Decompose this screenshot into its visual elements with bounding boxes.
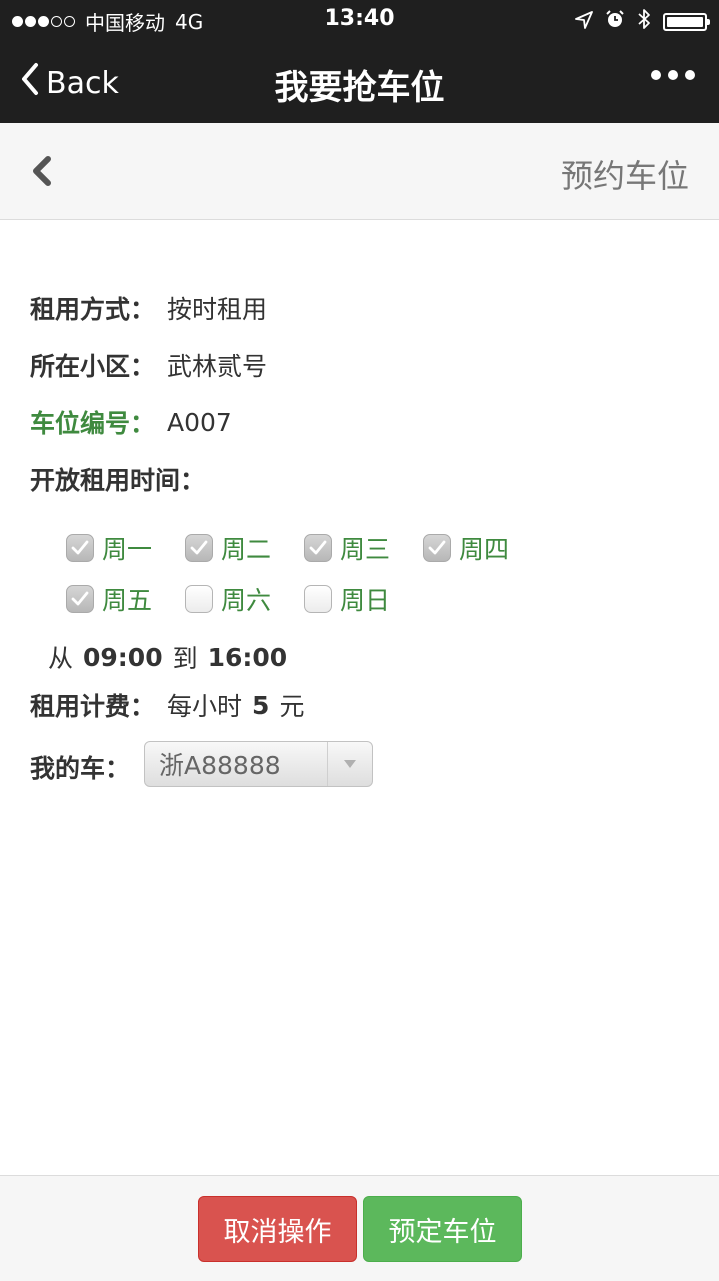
space-number-label: 车位编号： <box>30 409 156 438</box>
community-value: 武林贰号 <box>167 352 268 381</box>
fee-amount: 5 <box>252 690 270 720</box>
open-time-row: 开放租用时间： <box>30 461 205 497</box>
back-label: Back <box>46 65 119 101</box>
fee-row: 租用计费： 每小时 5 元 <box>30 687 304 723</box>
day-label: 周四 <box>459 535 510 564</box>
nav-bar: Back 我要抢车位 <box>0 40 719 123</box>
day-checkbox-wed[interactable]: 周三 <box>304 530 390 566</box>
chevron-left-icon <box>20 62 40 104</box>
status-right <box>575 8 710 35</box>
sub-header-title: 预约车位 <box>560 157 689 195</box>
checkmark-icon <box>71 540 89 555</box>
status-bar: 中国移动 4G 13:40 <box>0 0 719 40</box>
day-label: 周一 <box>102 535 153 564</box>
reserve-button[interactable]: 预定车位 <box>363 1196 522 1262</box>
checkmark-icon <box>428 540 446 555</box>
checkbox[interactable] <box>423 534 451 562</box>
location-icon <box>575 10 593 34</box>
bluetooth-icon <box>637 8 651 35</box>
fee-label: 租用计费： <box>30 692 156 721</box>
checkmark-icon <box>309 540 327 555</box>
sub-back-button[interactable] <box>28 153 54 193</box>
back-button[interactable]: Back <box>20 62 119 104</box>
checkmark-icon <box>71 591 89 606</box>
dropdown-arrow-icon <box>327 742 372 786</box>
checkbox[interactable] <box>304 585 332 613</box>
day-checkbox-sun[interactable]: 周日 <box>304 581 390 617</box>
time-from-prefix: 从 <box>48 644 74 673</box>
time-to-value: 16:00 <box>207 642 288 672</box>
checkbox[interactable] <box>304 534 332 562</box>
rent-mode-row: 租用方式： 按时租用 <box>30 290 267 326</box>
cancel-button[interactable]: 取消操作 <box>198 1196 357 1262</box>
checkbox[interactable] <box>66 585 94 613</box>
space-number-row: 车位编号： A007 <box>30 404 232 440</box>
community-label: 所在小区： <box>30 352 156 381</box>
more-menu-icon[interactable] <box>651 70 695 80</box>
time-from-value: 09:00 <box>83 642 163 672</box>
day-checkbox-mon[interactable]: 周一 <box>66 530 152 566</box>
rent-mode-label: 租用方式： <box>30 295 156 324</box>
community-row: 所在小区： 武林贰号 <box>30 347 267 383</box>
day-label: 周二 <box>221 535 272 564</box>
day-checkbox-thu[interactable]: 周四 <box>423 530 509 566</box>
day-checkbox-sat[interactable]: 周六 <box>185 581 271 617</box>
checkbox[interactable] <box>185 585 213 613</box>
day-label: 周六 <box>221 586 272 615</box>
battery-icon <box>663 12 710 31</box>
fee-unit: 元 <box>279 692 305 721</box>
footer-bar: 取消操作 预定车位 <box>0 1175 719 1281</box>
time-to-prefix: 到 <box>172 644 198 673</box>
day-checkbox-tue[interactable]: 周二 <box>185 530 271 566</box>
checkbox[interactable] <box>66 534 94 562</box>
day-label: 周三 <box>340 535 391 564</box>
my-car-row: 我的车： <box>30 749 130 785</box>
open-time-label: 开放租用时间： <box>30 466 206 495</box>
my-car-select[interactable]: 浙A88888 <box>144 741 373 787</box>
sub-header: 预约车位 <box>0 123 719 220</box>
alarm-icon <box>605 9 625 34</box>
fee-prefix: 每小时 <box>167 692 243 721</box>
my-car-label: 我的车： <box>30 754 131 783</box>
rent-mode-value: 按时租用 <box>167 295 268 324</box>
my-car-selected-value: 浙A88888 <box>159 751 281 780</box>
day-label: 周五 <box>102 586 153 615</box>
day-label: 周日 <box>340 586 391 615</box>
checkbox[interactable] <box>185 534 213 562</box>
chevron-left-icon <box>28 156 54 193</box>
day-checkbox-fri[interactable]: 周五 <box>66 581 152 617</box>
time-range-row: 从 09:00 到 16:00 <box>48 639 287 675</box>
checkmark-icon <box>190 540 208 555</box>
space-number-value: A007 <box>167 407 232 437</box>
